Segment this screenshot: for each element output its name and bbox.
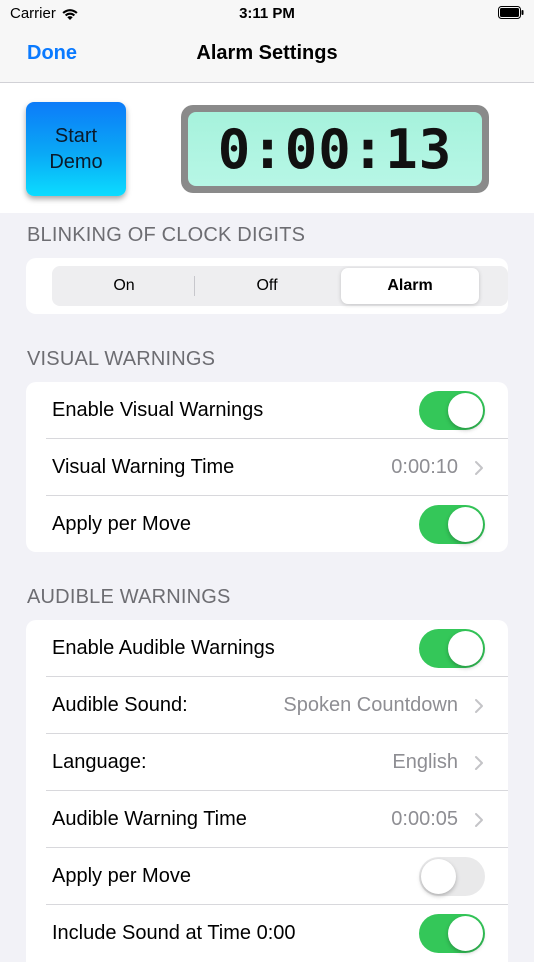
visual-warning-time-row[interactable]: Visual Warning Time 0:00:10 (26, 439, 508, 496)
visual-warnings-card: Enable Visual Warnings Visual Warning Ti… (26, 382, 508, 552)
audible-warnings-section-header: AUDIBLE WARNINGS (27, 586, 231, 608)
start-demo-label-line1: Start (54, 125, 98, 147)
toggle-knob (448, 393, 483, 428)
row-label: Enable Audible Warnings (52, 637, 275, 659)
clock-display: 0:00:13 (181, 105, 489, 193)
toggle-knob (448, 916, 483, 951)
page-title: Alarm Settings (196, 42, 338, 64)
blinking-card: On Off Alarm (26, 258, 508, 314)
toggle-knob (448, 507, 483, 542)
audible-warnings-card: Enable Audible Warnings Audible Sound: S… (26, 620, 508, 962)
enable-audible-warnings-toggle[interactable] (419, 629, 485, 668)
visual-warnings-section-header: VISUAL WARNINGS (27, 348, 216, 370)
visual-warning-time-value: 0:00:10 (391, 456, 458, 478)
chevron-right-icon (475, 461, 483, 475)
audible-apply-per-move-row: Apply per Move (26, 848, 508, 905)
visual-apply-per-move-toggle[interactable] (419, 505, 485, 544)
navigation-bar: Done Alarm Settings (0, 28, 534, 83)
blinking-option-on[interactable]: On (54, 268, 194, 304)
visual-apply-per-move-row: Apply per Move (26, 496, 508, 552)
chevron-right-icon (475, 699, 483, 713)
clock-face: 0:00:13 (188, 112, 482, 186)
toggle-knob (421, 859, 456, 894)
enable-audible-warnings-row: Enable Audible Warnings (26, 620, 508, 677)
start-demo-label-line2: Demo (49, 151, 103, 173)
blinking-option-off[interactable]: Off (195, 268, 339, 304)
row-label: Visual Warning Time (52, 456, 235, 478)
toggle-knob (448, 631, 483, 666)
row-label: Audible Sound: (52, 694, 188, 716)
battery-icon (498, 6, 524, 19)
blinking-segmented-control: On Off Alarm (52, 266, 508, 306)
chevron-right-icon (475, 813, 483, 827)
row-label: Include Sound at Time 0:00 (52, 922, 296, 944)
language-value: English (392, 751, 458, 773)
row-label: Language: (52, 751, 147, 773)
enable-visual-warnings-row: Enable Visual Warnings (26, 382, 508, 439)
chevron-right-icon (475, 756, 483, 770)
language-row[interactable]: Language: English (26, 734, 508, 791)
start-demo-button[interactable]: Start Demo (26, 102, 126, 196)
row-label: Apply per Move (52, 513, 191, 535)
clock-preview-panel: Start Demo 0:00:13 (0, 83, 534, 213)
include-sound-at-zero-toggle[interactable] (419, 914, 485, 953)
row-label: Apply per Move (52, 865, 191, 887)
audible-apply-per-move-toggle[interactable] (419, 857, 485, 896)
audible-warning-time-value: 0:00:05 (391, 808, 458, 830)
audible-warning-time-row[interactable]: Audible Warning Time 0:00:05 (26, 791, 508, 848)
blinking-section-header: BLINKING OF CLOCK DIGITS (27, 224, 306, 246)
status-bar: Carrier 3:11 PM (0, 0, 534, 28)
audible-sound-value: Spoken Countdown (283, 694, 458, 716)
blinking-option-alarm[interactable]: Alarm (341, 268, 479, 304)
audible-sound-row[interactable]: Audible Sound: Spoken Countdown (26, 677, 508, 734)
status-time: 3:11 PM (239, 5, 295, 22)
row-label: Audible Warning Time (52, 808, 247, 830)
enable-visual-warnings-toggle[interactable] (419, 391, 485, 430)
row-label: Enable Visual Warnings (52, 399, 264, 421)
clock-digits: 0:00:13 (217, 117, 453, 181)
include-sound-at-zero-row: Include Sound at Time 0:00 (26, 905, 508, 962)
